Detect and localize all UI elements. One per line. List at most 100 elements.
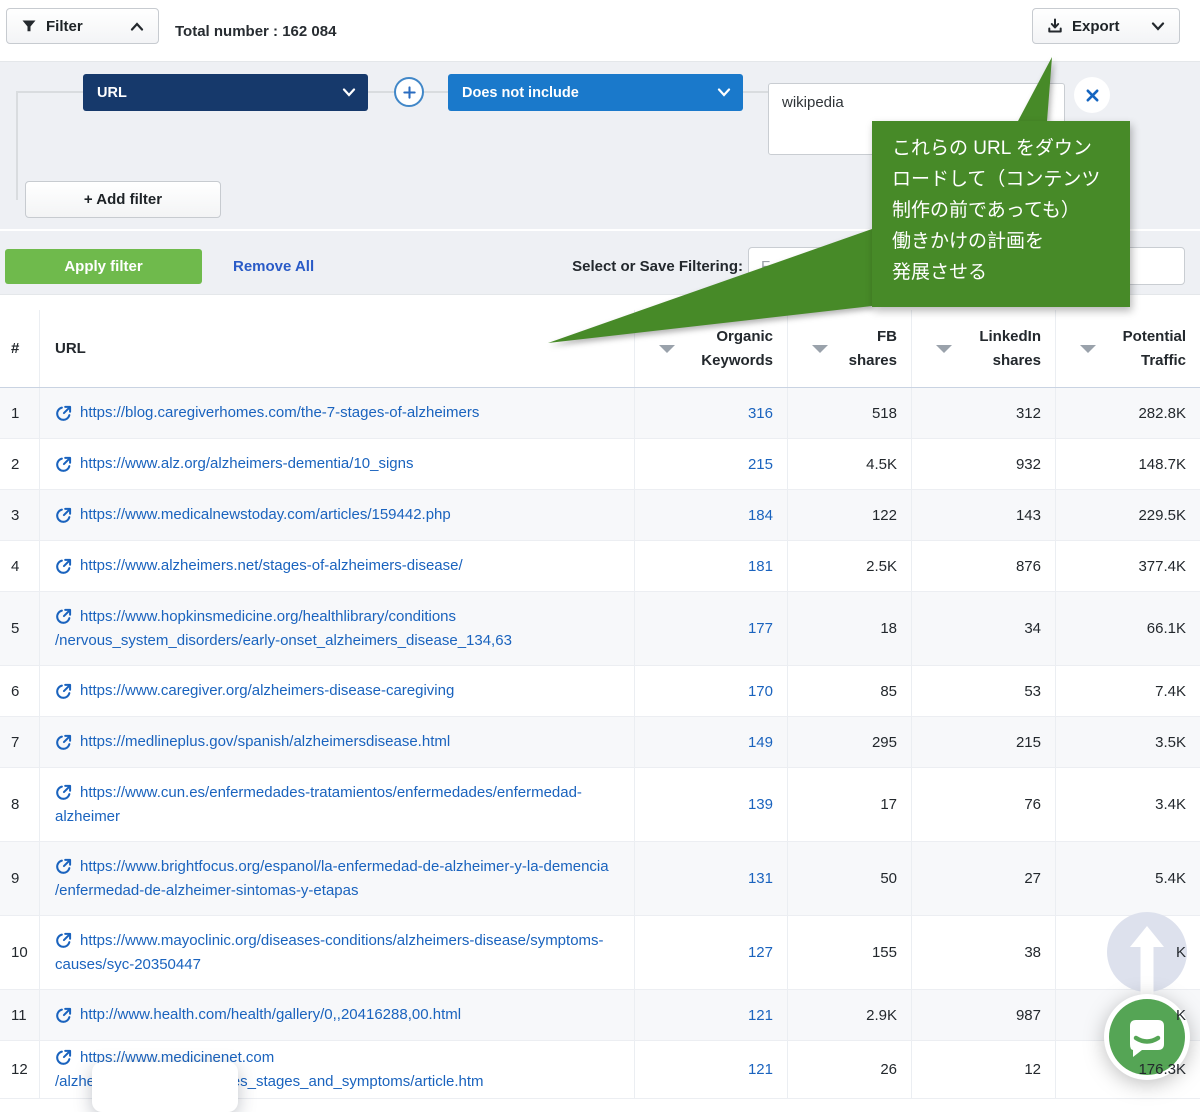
remove-all-link[interactable]: Remove All bbox=[233, 249, 314, 284]
export-button[interactable]: Export bbox=[1032, 8, 1180, 44]
callout-line: 発展させる bbox=[892, 262, 988, 283]
remove-filter-button[interactable] bbox=[1074, 77, 1110, 113]
organic-keywords-value[interactable]: 170 bbox=[748, 683, 773, 700]
fb-shares-value: 17 bbox=[880, 796, 897, 813]
sort-arrow-icon[interactable] bbox=[812, 344, 828, 353]
table-row: 4 https://www.alzheimers.net/stages-of-a… bbox=[0, 541, 1200, 592]
sort-arrow-icon[interactable] bbox=[659, 344, 675, 353]
table-row: 11 http://www.health.com/health/gallery/… bbox=[0, 990, 1200, 1041]
close-icon bbox=[1085, 88, 1100, 103]
row-index: 9 bbox=[11, 870, 20, 887]
url-link[interactable]: https://www.medicalnewstoday.com/article… bbox=[80, 503, 451, 527]
connector-line bbox=[424, 91, 450, 93]
sort-arrow-icon[interactable] bbox=[936, 344, 952, 353]
url-link[interactable]: http://www.health.com/health/gallery/0,,… bbox=[80, 1003, 461, 1027]
url-link[interactable]: /nervous_system_disorders/early-onset_al… bbox=[55, 629, 512, 653]
url-link[interactable]: https://www.alz.org/alzheimers-dementia/… bbox=[80, 452, 414, 476]
table-header-row: # URL Organic Keywords FB shares LinkedIn s… bbox=[0, 310, 1200, 388]
row-index: 1 bbox=[11, 404, 20, 422]
callout-line: 制作の前であっても） bbox=[892, 200, 1080, 221]
cutoff-tooltip bbox=[92, 1062, 238, 1112]
external-link-icon[interactable] bbox=[55, 683, 72, 700]
table-row: 1 https://blog.caregiverhomes.com/the-7-… bbox=[0, 388, 1200, 439]
linkedin-shares-value: 12 bbox=[1024, 1061, 1041, 1078]
organic-keywords-value[interactable]: 184 bbox=[748, 507, 773, 524]
url-link[interactable]: https://www.mayoclinic.org/diseases-cond… bbox=[80, 929, 604, 953]
annotation-callout: これらの URL をダウン ロードして（コンテンツ 制作の前であっても） 働きか… bbox=[872, 121, 1130, 307]
external-link-icon[interactable] bbox=[55, 456, 72, 473]
url-link[interactable]: /enfermedad-de-alzheimer-sintomas-y-etap… bbox=[55, 879, 609, 903]
organic-keywords-value[interactable]: 139 bbox=[748, 796, 773, 813]
url-link[interactable]: https://www.alzheimers.net/stages-of-alz… bbox=[80, 554, 463, 578]
saved-filter-visible-text: F bbox=[761, 257, 771, 275]
external-link-icon[interactable] bbox=[55, 858, 72, 875]
linkedin-shares-value: 987 bbox=[1015, 1006, 1041, 1024]
filter-field-value: URL bbox=[97, 84, 127, 101]
url-link[interactable]: https://www.caregiver.org/alzheimers-dis… bbox=[80, 679, 454, 703]
organic-keywords-value[interactable]: 121 bbox=[748, 1061, 773, 1078]
url-link[interactable]: https://blog.caregiverhomes.com/the-7-st… bbox=[80, 401, 479, 425]
table-row: 6 https://www.caregiver.org/alzheimers-d… bbox=[0, 666, 1200, 717]
add-condition-button[interactable] bbox=[394, 77, 424, 107]
external-link-icon[interactable] bbox=[55, 507, 72, 524]
fb-shares-value: 2.5K bbox=[866, 557, 897, 575]
linkedin-shares-value: 215 bbox=[1015, 733, 1041, 751]
potential-traffic-value: 5.4K bbox=[1155, 870, 1186, 887]
chevron-down-icon bbox=[717, 88, 731, 97]
fb-shares-value: 18 bbox=[880, 620, 897, 637]
connector-line bbox=[368, 91, 394, 93]
url-link[interactable]: causes/syc-20350447 bbox=[55, 953, 604, 977]
filter-toggle-button[interactable]: Filter bbox=[6, 8, 159, 44]
organic-keywords-value[interactable]: 177 bbox=[748, 620, 773, 637]
organic-keywords-value[interactable]: 121 bbox=[748, 1007, 773, 1024]
add-filter-button[interactable]: + Add filter bbox=[25, 181, 221, 218]
row-index: 7 bbox=[11, 733, 20, 751]
url-link[interactable]: https://www.brightfocus.org/espanol/la-e… bbox=[80, 855, 609, 879]
row-index: 4 bbox=[11, 557, 20, 575]
column-header-fb-shares[interactable]: FB shares bbox=[788, 310, 912, 387]
url-link[interactable]: alzheimer bbox=[55, 805, 582, 829]
external-link-icon[interactable] bbox=[55, 608, 72, 625]
column-header-organic-keywords[interactable]: Organic Keywords bbox=[635, 310, 788, 387]
potential-traffic-value: K bbox=[1175, 1006, 1186, 1024]
connector-line bbox=[16, 91, 84, 93]
url-link[interactable]: https://www.hopkinsmedicine.org/healthli… bbox=[80, 605, 456, 629]
organic-keywords-value[interactable]: 131 bbox=[748, 870, 773, 887]
filter-operator-dropdown[interactable]: Does not include bbox=[448, 74, 743, 111]
callout-line: 働きかけの計画を bbox=[892, 231, 1045, 252]
total-number: Total number : 162 084 bbox=[175, 22, 337, 40]
potential-traffic-value: 3.5K bbox=[1155, 733, 1186, 751]
organic-keywords-value[interactable]: 215 bbox=[748, 456, 773, 473]
table-row: 2 https://www.alz.org/alzheimers-dementi… bbox=[0, 439, 1200, 490]
column-header-potential-traffic[interactable]: Potential Traffic bbox=[1056, 310, 1200, 387]
potential-traffic-value: K bbox=[1175, 944, 1186, 961]
external-link-icon[interactable] bbox=[55, 734, 72, 751]
row-index: 6 bbox=[11, 682, 20, 700]
row-index: 2 bbox=[11, 455, 20, 473]
fb-shares-value: 26 bbox=[880, 1061, 897, 1078]
apply-filter-button[interactable]: Apply filter bbox=[5, 249, 202, 284]
url-link[interactable]: https://medlineplus.gov/spanish/alzheime… bbox=[80, 730, 450, 754]
external-link-icon[interactable] bbox=[55, 405, 72, 422]
organic-keywords-value[interactable]: 127 bbox=[748, 944, 773, 961]
external-link-icon[interactable] bbox=[55, 932, 72, 949]
potential-traffic-value: 66.1K bbox=[1146, 620, 1186, 637]
external-link-icon[interactable] bbox=[55, 1007, 72, 1024]
row-index: 8 bbox=[11, 796, 20, 813]
organic-keywords-value[interactable]: 149 bbox=[748, 734, 773, 751]
external-link-icon[interactable] bbox=[55, 1049, 72, 1066]
url-link[interactable]: https://www.cun.es/enfermedades-tratamie… bbox=[80, 781, 582, 805]
organic-keywords-value[interactable]: 316 bbox=[748, 405, 773, 422]
column-header-url: URL bbox=[40, 310, 635, 387]
external-link-icon[interactable] bbox=[55, 784, 72, 801]
organic-keywords-value[interactable]: 181 bbox=[748, 558, 773, 575]
potential-traffic-value: 176.3K bbox=[1138, 1061, 1186, 1078]
filter-field-dropdown[interactable]: URL bbox=[83, 74, 368, 111]
table-row: 5 https://www.hopkinsmedicine.org/health… bbox=[0, 592, 1200, 666]
table-row: 7 https://medlineplus.gov/spanish/alzhei… bbox=[0, 717, 1200, 768]
column-header-linkedin-shares[interactable]: LinkedIn shares bbox=[912, 310, 1056, 387]
external-link-icon[interactable] bbox=[55, 558, 72, 575]
table-row: 9 https://www.brightfocus.org/espanol/la… bbox=[0, 842, 1200, 916]
sort-arrow-icon[interactable] bbox=[1080, 344, 1096, 353]
potential-traffic-value: 7.4K bbox=[1155, 682, 1186, 700]
